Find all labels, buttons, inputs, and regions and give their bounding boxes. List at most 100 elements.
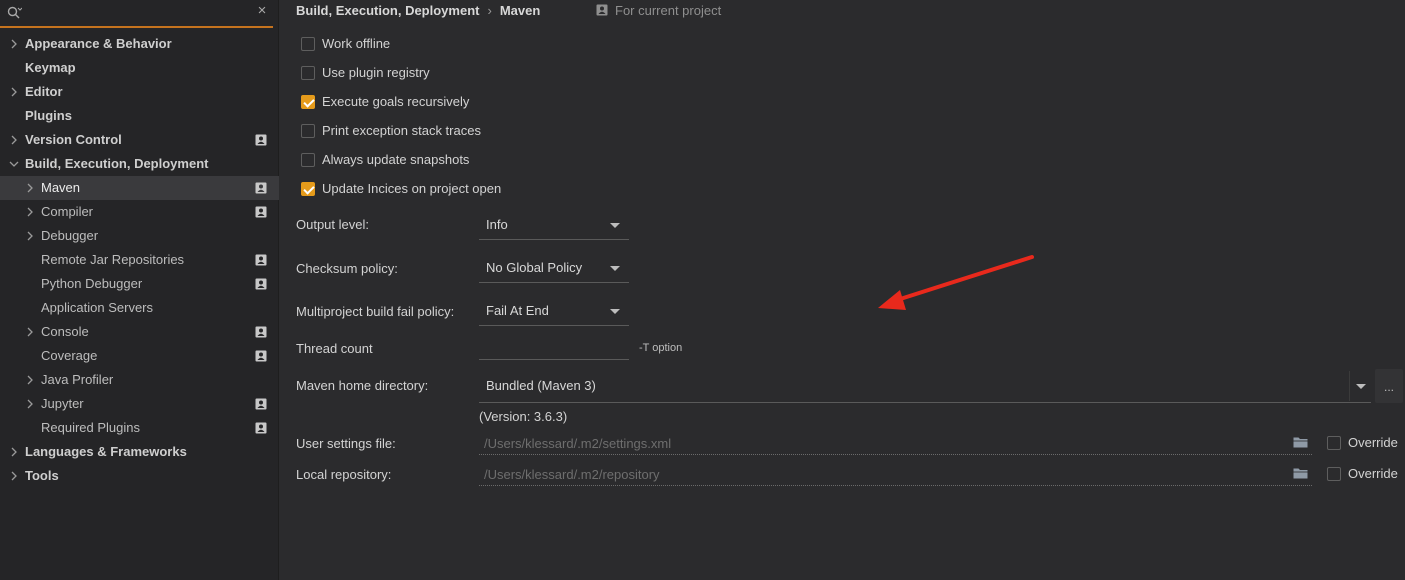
chevron-down-icon[interactable] [1349, 371, 1371, 401]
output-level-label: Output level: [296, 217, 369, 232]
output-level-select[interactable]: Info [479, 210, 629, 240]
folder-icon[interactable] [1293, 467, 1308, 479]
sidebar-item-label: Debugger [41, 228, 99, 243]
sidebar-item-application-servers[interactable]: Application Servers [0, 296, 279, 320]
chevron-right-icon[interactable] [25, 231, 35, 241]
chevron-down-icon [610, 223, 620, 228]
fail-policy-select[interactable]: Fail At End [479, 296, 629, 326]
local-repository-input[interactable] [484, 466, 1274, 482]
sidebar-item-console[interactable]: Console [0, 320, 279, 344]
close-icon[interactable]: × [255, 3, 269, 18]
user-settings-label: User settings file: [296, 436, 396, 451]
checkbox-box[interactable] [301, 66, 315, 80]
sidebar-item-java-profiler[interactable]: Java Profiler [0, 368, 279, 392]
local-repository-label: Local repository: [296, 467, 392, 482]
sidebar-item-languages-frameworks[interactable]: Languages & Frameworks [0, 440, 279, 464]
sidebar-item-label: Application Servers [41, 300, 153, 315]
settings-sidebar: × Appearance & Behavior Keymap Editor Pl… [0, 0, 279, 580]
sidebar-item-label: Build, Execution, Deployment [25, 156, 209, 171]
settings-search: × [0, 0, 273, 28]
sidebar-item-coverage[interactable]: Coverage [0, 344, 279, 368]
select-value: Bundled (Maven 3) [486, 378, 596, 393]
checkbox-label: Use plugin registry [322, 65, 430, 80]
chevron-right-icon[interactable] [25, 183, 35, 193]
sidebar-item-maven[interactable]: Maven [0, 176, 279, 200]
breadcrumb-separator: › [487, 3, 492, 18]
browse-maven-home-button[interactable]: ... [1375, 369, 1403, 403]
sidebar-item-label: Console [41, 324, 89, 339]
sidebar-item-label: Maven [41, 180, 81, 195]
folder-icon[interactable] [1293, 436, 1308, 448]
chevron-down-icon [610, 309, 620, 314]
annotation-arrow [878, 255, 1034, 310]
sidebar-item-label: Languages & Frameworks [25, 444, 187, 459]
sidebar-item-label: Appearance & Behavior [25, 36, 172, 51]
project-scope-icon [255, 350, 267, 362]
checkbox-box[interactable] [1327, 467, 1341, 481]
thread-count-label: Thread count [296, 341, 373, 356]
maven-home-select[interactable]: Bundled (Maven 3) [479, 369, 1371, 403]
project-scope-icon [255, 422, 267, 434]
chevron-right-icon[interactable] [25, 207, 35, 217]
checkbox-box[interactable] [301, 153, 315, 167]
user-settings-field[interactable] [479, 431, 1312, 455]
sidebar-item-label: Compiler [41, 204, 94, 219]
sidebar-item-editor[interactable]: Editor [0, 80, 279, 104]
maven-settings-panel: Build, Execution, Deployment › Maven For c… [280, 0, 1405, 580]
sidebar-item-build-execution-deployment[interactable]: Build, Execution, Deployment [0, 152, 279, 176]
chevron-right-icon[interactable] [9, 39, 19, 49]
sidebar-item-label: Version Control [25, 132, 122, 147]
thread-count-hint: -T option [639, 342, 683, 354]
checkbox-box[interactable] [301, 95, 315, 109]
sidebar-item-tools[interactable]: Tools [0, 464, 279, 488]
project-scope-icon [255, 134, 267, 146]
sidebar-item-jupyter[interactable]: Jupyter [0, 392, 279, 416]
sidebar-item-compiler[interactable]: Compiler [0, 200, 279, 224]
sidebar-item-remote-jar-repositories[interactable]: Remote Jar Repositories [0, 248, 279, 272]
sidebar-item-label: Keymap [25, 60, 76, 75]
chevron-right-icon[interactable] [25, 399, 35, 409]
breadcrumb-current: Maven [499, 3, 541, 18]
project-scope-icon [255, 206, 267, 218]
fail-policy-label: Multiproject build fail policy: [296, 304, 455, 319]
checkbox-label: Print exception stack traces [322, 123, 481, 138]
checkbox-box[interactable] [301, 182, 315, 196]
chevron-right-icon[interactable] [9, 135, 19, 145]
sidebar-item-required-plugins[interactable]: Required Plugins [0, 416, 279, 440]
chevron-right-icon[interactable] [9, 87, 19, 97]
checkbox-box[interactable] [301, 37, 315, 51]
sidebar-item-appearance-behavior[interactable]: Appearance & Behavior [0, 32, 279, 56]
sidebar-item-label: Java Profiler [41, 372, 114, 387]
checkbox-box[interactable] [1327, 436, 1341, 450]
search-input[interactable] [26, 3, 246, 23]
checkbox-label: Work offline [322, 36, 391, 51]
maven-home-label: Maven home directory: [296, 378, 429, 393]
breadcrumb-parent[interactable]: Build, Execution, Deployment [296, 3, 479, 18]
thread-count-input[interactable] [479, 330, 629, 360]
checkbox-label: Execute goals recursively [322, 94, 470, 109]
sidebar-item-label: Plugins [25, 108, 72, 123]
checksum-policy-label: Checksum policy: [296, 261, 398, 276]
sidebar-item-label: Jupyter [41, 396, 84, 411]
chevron-down-icon[interactable] [9, 159, 19, 169]
checkbox-label: Update Incices on project open [322, 181, 502, 196]
sidebar-item-plugins[interactable]: Plugins [0, 104, 279, 128]
local-repository-field[interactable] [479, 462, 1312, 486]
sidebar-item-python-debugger[interactable]: Python Debugger [0, 272, 279, 296]
sidebar-item-label: Editor [25, 84, 63, 99]
sidebar-item-keymap[interactable]: Keymap [0, 56, 279, 80]
sidebar-item-label: Coverage [41, 348, 98, 363]
chevron-right-icon[interactable] [25, 327, 35, 337]
user-settings-input[interactable] [484, 435, 1274, 451]
project-scope-icon [255, 254, 267, 266]
sidebar-item-version-control[interactable]: Version Control [0, 128, 279, 152]
chevron-right-icon[interactable] [9, 471, 19, 481]
checksum-policy-select[interactable]: No Global Policy [479, 253, 629, 283]
search-icon [7, 6, 22, 19]
project-scope-icon [255, 326, 267, 338]
chevron-right-icon[interactable] [9, 447, 19, 457]
checkbox-box[interactable] [301, 124, 315, 138]
sidebar-item-debugger[interactable]: Debugger [0, 224, 279, 248]
checkbox-label: Override [1348, 435, 1398, 450]
chevron-right-icon[interactable] [25, 375, 35, 385]
